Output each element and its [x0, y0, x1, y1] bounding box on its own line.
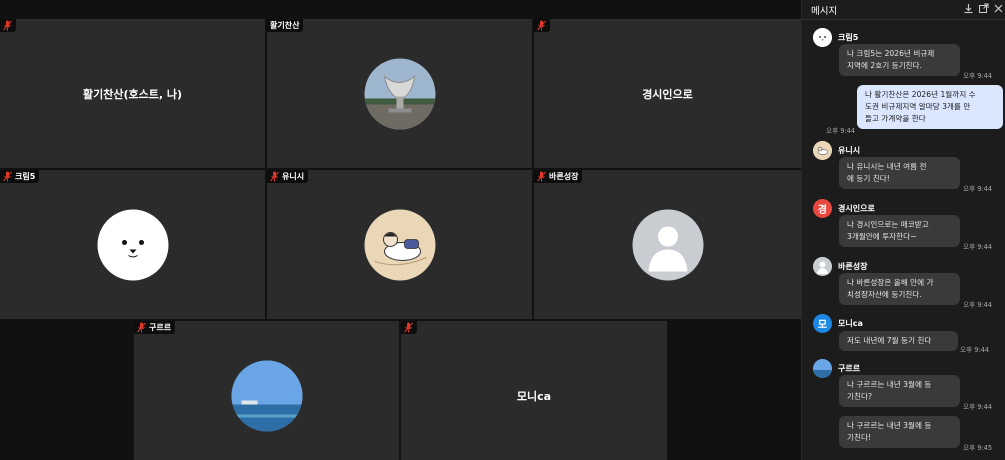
chat-text-line: 들고 가계약을 한다 — [865, 114, 926, 123]
participant-tag-label: 크림5 — [15, 172, 36, 181]
video-grid: 활기찬산(호스트, 나) 활기찬산 경시인으로 크림5 유니시 바른성장 구르르… — [0, 0, 801, 460]
mic-muted-icon — [3, 171, 12, 182]
chat-text-line: 나 구르르는 내년 3월에 등 — [847, 421, 932, 430]
chat-bubble: 나 유니시는 내년 여름 전 에 등기 친다! — [839, 157, 960, 189]
video-tile-bareun[interactable]: 바른성장 — [534, 170, 801, 319]
video-tile-krim[interactable]: 크림5 — [0, 170, 265, 319]
chat-bubble: 저도 내년에 7월 등기 친다 — [839, 331, 958, 351]
chat-sender-name: 모니ca — [838, 319, 863, 328]
chat-text-line: 나 바른성장은 올해 안에 가 — [847, 278, 934, 287]
profile-photo-cartoon — [364, 209, 435, 280]
mic-muted-icon — [270, 171, 279, 182]
chat-timestamp: 오후 9:44 — [963, 301, 993, 309]
chat-timestamp: 오후 9:45 — [963, 444, 993, 452]
chat-text-line: 저도 내년에 7월 등기 친다 — [847, 336, 932, 345]
chat-text-line: 나 경시인으로는 매코받고 — [847, 220, 929, 229]
chat-bubble-mine: 나 활기찬산은 2026년 1월까지 수 도권 비규제지역 알마당 3개를 만 … — [857, 85, 1003, 129]
participant-tag: 크림5 — [0, 170, 40, 183]
chat-timestamp: 오후 9:44 — [826, 127, 856, 135]
download-icon[interactable] — [963, 3, 974, 14]
chat-timestamp: 오후 9:44 — [963, 72, 993, 80]
chat-text-line: 나 구르르는 내년 3월에 등 — [847, 380, 932, 389]
popout-icon[interactable] — [978, 3, 989, 14]
participant-tag — [0, 19, 16, 32]
chat-sender-name: 구르르 — [838, 364, 861, 373]
participant-tag: 구르르 — [134, 321, 176, 334]
participant-name: 모니ca — [516, 390, 552, 404]
avatar — [813, 28, 832, 47]
meeting-window: 활기찬산(호스트, 나) 활기찬산 경시인으로 크림5 유니시 바른성장 구르르… — [0, 0, 1005, 460]
chat-sender-name: 바른성장 — [838, 262, 868, 271]
chat-bubble: 나 구르르는 내년 3월에 등 기친다! — [839, 416, 960, 448]
video-tile-moni[interactable]: 모니ca — [401, 321, 667, 460]
chat-text-line: 3개월안에 투자한다~ — [847, 232, 917, 241]
avatar: 모 — [813, 314, 832, 333]
chat-bubble: 나 크림5는 2026년 비규제 지역에 2호기 등기친다. — [839, 44, 960, 76]
participant-tag: 활기찬산 — [267, 19, 304, 32]
avatar — [813, 257, 832, 276]
video-tile-hwalgi[interactable]: 활기찬산 — [267, 19, 532, 168]
mic-muted-icon — [404, 322, 413, 333]
participant-tag: 바른성장 — [534, 170, 583, 183]
participant-name: 활기찬산(호스트, 나) — [82, 87, 183, 101]
profile-photo-white-dog — [97, 209, 168, 280]
chat-timestamp: 오후 9:44 — [963, 403, 993, 411]
chat-panel: 메시지 크림5 나 크림5는 2026년 비규제 지역에 2호기 등기친다. 오… — [801, 0, 1005, 460]
participant-tag: 유니시 — [267, 170, 309, 183]
chat-bubble: 나 바른성장은 올해 안에 가 치성장자산에 등기친다. — [839, 273, 960, 305]
close-icon[interactable] — [993, 3, 1004, 14]
participant-tag-label: 바른성장 — [549, 172, 579, 181]
participant-tag-label: 유니시 — [282, 172, 305, 181]
mic-muted-icon — [537, 171, 546, 182]
avatar — [813, 359, 832, 378]
chat-timestamp: 오후 9:44 — [960, 346, 990, 354]
profile-photo-sea — [231, 360, 302, 432]
chat-text-line: 기친다! — [847, 433, 872, 442]
avatar — [813, 141, 832, 160]
chat-text-line: 나 크림5는 2026년 비규제 — [847, 49, 935, 58]
chat-text-line: 지역에 2호기 등기친다. — [847, 61, 922, 70]
chat-text-line: 도권 비규제지역 알마당 3개를 만 — [865, 102, 971, 111]
chat-timestamp: 오후 9:44 — [963, 185, 993, 193]
video-tile-gureure[interactable]: 구르르 — [134, 321, 399, 460]
chat-text-line: 나 활기찬산은 2026년 1월까지 수 — [865, 90, 976, 99]
participant-tag-label: 구르르 — [149, 323, 172, 332]
mic-muted-icon — [3, 20, 12, 31]
profile-photo-sculpture — [364, 58, 435, 129]
chat-bubble: 나 구르르는 내년 3월에 등 기친다? — [839, 375, 960, 407]
participant-tag — [534, 19, 550, 32]
chat-text-line: 기친다? — [847, 392, 872, 401]
default-avatar-icon — [632, 209, 703, 280]
avatar: 경 — [813, 199, 832, 218]
participant-tag-label: 활기찬산 — [270, 21, 300, 30]
video-tile-host[interactable]: 활기찬산(호스트, 나) — [0, 19, 265, 168]
chat-sender-name: 경시인으로 — [838, 204, 875, 213]
mic-muted-icon — [137, 322, 146, 333]
chat-text-line: 나 유니시는 내년 여름 전 — [847, 162, 927, 171]
chat-sender-name: 유니시 — [838, 146, 861, 155]
participant-name: 경시인으로 — [642, 87, 693, 101]
video-tile-yunisi[interactable]: 유니시 — [267, 170, 532, 319]
chat-bubble: 나 경시인으로는 매코받고 3개월안에 투자한다~ — [839, 215, 960, 247]
chat-text-line: 에 등기 친다! — [847, 174, 890, 183]
chat-sender-name: 크림5 — [838, 33, 859, 42]
chat-timestamp: 오후 9:44 — [963, 243, 993, 251]
mic-muted-icon — [537, 20, 546, 31]
chat-text-line: 치성장자산에 등기친다. — [847, 290, 922, 299]
video-tile-gyeongsi[interactable]: 경시인으로 — [534, 19, 801, 168]
participant-tag — [401, 321, 417, 334]
chat-header: 메시지 — [802, 0, 1005, 20]
chat-title: 메시지 — [811, 6, 838, 17]
